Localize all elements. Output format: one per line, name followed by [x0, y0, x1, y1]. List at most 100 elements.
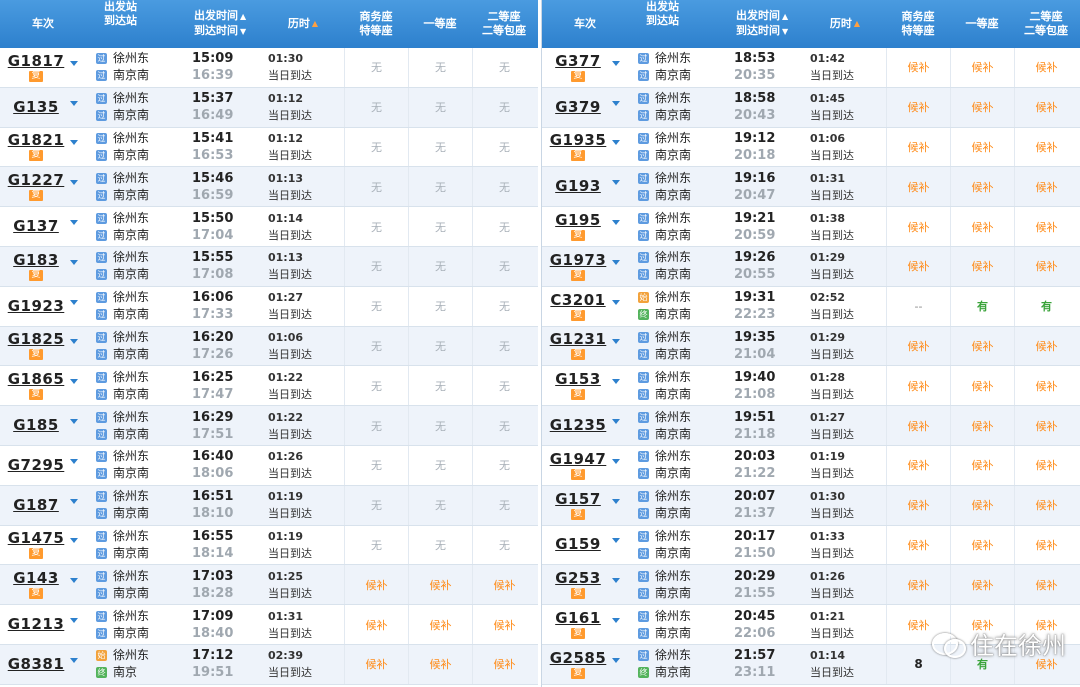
- chevron-down-icon[interactable]: [612, 339, 620, 345]
- table-row[interactable]: G1825 复过徐州东过南京南 16:20 17:26 01:06 当日到达无无无: [0, 326, 538, 367]
- seat-first[interactable]: 候补: [950, 445, 1014, 485]
- table-row[interactable]: G185 过徐州东过南京南 16:29 17:51 01:22 当日到达无无无: [0, 406, 538, 446]
- train-number-link[interactable]: G1973: [550, 251, 607, 269]
- sort-duration[interactable]: 历时 ▲: [804, 0, 886, 48]
- chevron-down-icon[interactable]: [70, 458, 78, 464]
- seat-second[interactable]: 候补: [1014, 127, 1078, 167]
- seat-business[interactable]: 候补: [886, 445, 950, 485]
- chevron-down-icon[interactable]: [612, 419, 620, 425]
- sort-dep-time[interactable]: 出发时间 ▲: [194, 9, 246, 24]
- seat-business[interactable]: 候补: [886, 366, 950, 406]
- seat-business[interactable]: 候补: [344, 565, 408, 605]
- table-row[interactable]: G1227 复过徐州东过南京南 15:46 16:59 01:13 当日到达无无无: [0, 167, 538, 208]
- header-train[interactable]: 车次: [542, 0, 628, 48]
- seat-first[interactable]: 候补: [950, 127, 1014, 167]
- seat-business[interactable]: 候补: [886, 127, 950, 167]
- train-number-link[interactable]: G157: [555, 490, 601, 508]
- seat-second[interactable]: 候补: [1014, 445, 1078, 485]
- seat-first[interactable]: 候补: [950, 167, 1014, 207]
- table-row[interactable]: C3201 复始徐州东终南京南 19:31 22:23 02:52 当日到达 -- 有有: [542, 286, 1080, 327]
- seat-second[interactable]: 候补: [1014, 167, 1078, 207]
- table-row[interactable]: G187 过徐州东过南京南 16:51 18:10 01:19 当日到达无无无: [0, 485, 538, 526]
- chevron-down-icon[interactable]: [612, 259, 620, 265]
- chevron-down-icon[interactable]: [612, 180, 620, 186]
- seat-business[interactable]: 候补: [886, 87, 950, 127]
- train-number-link[interactable]: G2585: [550, 649, 607, 667]
- train-number-link[interactable]: G1235: [550, 417, 607, 434]
- train-number-link[interactable]: G253: [555, 570, 601, 587]
- seat-second[interactable]: 候补: [1014, 366, 1078, 406]
- train-number-link[interactable]: G1475: [8, 530, 65, 547]
- train-number-link[interactable]: G1817: [8, 52, 65, 70]
- train-number-link[interactable]: G1935: [550, 132, 607, 149]
- seat-business[interactable]: 候补: [886, 167, 950, 207]
- chevron-down-icon[interactable]: [70, 220, 78, 226]
- train-number-link[interactable]: G183: [13, 251, 59, 269]
- chevron-down-icon[interactable]: [70, 259, 78, 265]
- train-number-link[interactable]: G379: [555, 98, 601, 116]
- seat-business[interactable]: 候补: [886, 326, 950, 366]
- seat-first[interactable]: 候补: [950, 525, 1014, 565]
- chevron-down-icon[interactable]: [612, 140, 620, 146]
- chevron-down-icon[interactable]: [612, 220, 620, 226]
- table-row[interactable]: G8381 始徐州东终南京 17:12 19:51 02:39 当日到达 候补 候补 候补: [0, 644, 538, 685]
- seat-business[interactable]: 候补: [886, 406, 950, 445]
- chevron-down-icon[interactable]: [612, 578, 620, 584]
- table-row[interactable]: G377 复过徐州东过南京南 18:53 20:35 01:42 当日到达 候补 候补 候补: [542, 48, 1080, 88]
- chevron-down-icon[interactable]: [612, 379, 620, 385]
- table-row[interactable]: G253 复过徐州东过南京南 20:29 21:55 01:26 当日到达 候补 候补 候补: [542, 565, 1080, 606]
- seat-second[interactable]: 候补: [472, 565, 536, 605]
- table-row[interactable]: G1231 复过徐州东过南京南 19:35 21:04 01:29 当日到达 候补 候补 候补: [542, 326, 1080, 367]
- seat-business[interactable]: 候补: [886, 525, 950, 565]
- train-number-link[interactable]: G1947: [550, 450, 607, 468]
- chevron-down-icon[interactable]: [70, 618, 78, 624]
- chevron-down-icon[interactable]: [70, 538, 78, 544]
- train-number-link[interactable]: G143: [13, 570, 59, 587]
- chevron-down-icon[interactable]: [70, 498, 78, 504]
- seat-business[interactable]: 候补: [886, 246, 950, 286]
- sort-dep-time[interactable]: 出发时间 ▲: [736, 9, 788, 24]
- train-number-link[interactable]: G377: [555, 52, 601, 70]
- seat-first[interactable]: 候补: [950, 406, 1014, 445]
- chevron-down-icon[interactable]: [612, 100, 620, 106]
- sort-duration[interactable]: 历时 ▲: [262, 0, 344, 48]
- chevron-down-icon[interactable]: [70, 379, 78, 385]
- seat-first[interactable]: 候补: [950, 87, 1014, 127]
- chevron-down-icon[interactable]: [70, 299, 78, 305]
- train-number-link[interactable]: G159: [555, 536, 601, 553]
- train-number-link[interactable]: G185: [13, 417, 59, 434]
- seat-first[interactable]: 候补: [950, 366, 1014, 406]
- chevron-down-icon[interactable]: [70, 180, 78, 186]
- chevron-down-icon[interactable]: [612, 538, 620, 544]
- seat-second[interactable]: 候补: [1014, 485, 1078, 525]
- train-number-link[interactable]: G195: [555, 212, 601, 229]
- table-row[interactable]: G195 复过徐州东过南京南 19:21 20:59 01:38 当日到达 候补 候补 候补: [542, 207, 1080, 247]
- seat-first[interactable]: 候补: [950, 246, 1014, 286]
- seat-second[interactable]: 候补: [1014, 326, 1078, 366]
- table-row[interactable]: G1865 复过徐州东过南京南 16:25 17:47 01:22 当日到达无无无: [0, 366, 538, 407]
- table-row[interactable]: G7295 过徐州东过南京南 16:40 18:06 01:26 当日到达无无无: [0, 445, 538, 486]
- train-number-link[interactable]: C3201: [550, 291, 605, 309]
- table-row[interactable]: G159 过徐州东过南京南 20:17 21:50 01:33 当日到达 候补 候补 候补: [542, 525, 1080, 566]
- train-number-link[interactable]: G8381: [8, 655, 65, 673]
- header-train[interactable]: 车次: [0, 0, 86, 48]
- seat-first[interactable]: 候补: [950, 565, 1014, 605]
- chevron-down-icon[interactable]: [612, 60, 620, 66]
- table-row[interactable]: G157 复过徐州东过南京南 20:07 21:37 01:30 当日到达 候补 候补 候补: [542, 485, 1080, 526]
- seat-first[interactable]: 候补: [950, 48, 1014, 87]
- train-number-link[interactable]: G137: [13, 218, 59, 235]
- table-row[interactable]: G1213 过徐州东过南京南 17:09 18:40 01:31 当日到达 候补 候补 候补: [0, 605, 538, 645]
- seat-first[interactable]: 候补: [950, 207, 1014, 246]
- seat-business[interactable]: 候补: [886, 565, 950, 605]
- table-row[interactable]: G1235 过徐州东过南京南 19:51 21:18 01:27 当日到达 候补 候补 候补: [542, 406, 1080, 446]
- table-row[interactable]: G135 过徐州东过南京南 15:37 16:49 01:12 当日到达无无无: [0, 87, 538, 128]
- seat-first[interactable]: 候补: [950, 326, 1014, 366]
- seat-business[interactable]: 候补: [344, 644, 408, 684]
- chevron-down-icon[interactable]: [70, 60, 78, 66]
- table-row[interactable]: G153 复过徐州东过南京南 19:40 21:08 01:28 当日到达 候补 候补 候补: [542, 366, 1080, 407]
- seat-first[interactable]: 候补: [408, 605, 472, 644]
- train-number-link[interactable]: G153: [555, 371, 601, 388]
- seat-first[interactable]: 候补: [408, 565, 472, 605]
- chevron-down-icon[interactable]: [612, 299, 620, 305]
- table-row[interactable]: G1475 复过徐州东过南京南 16:55 18:14 01:19 当日到达无无无: [0, 525, 538, 566]
